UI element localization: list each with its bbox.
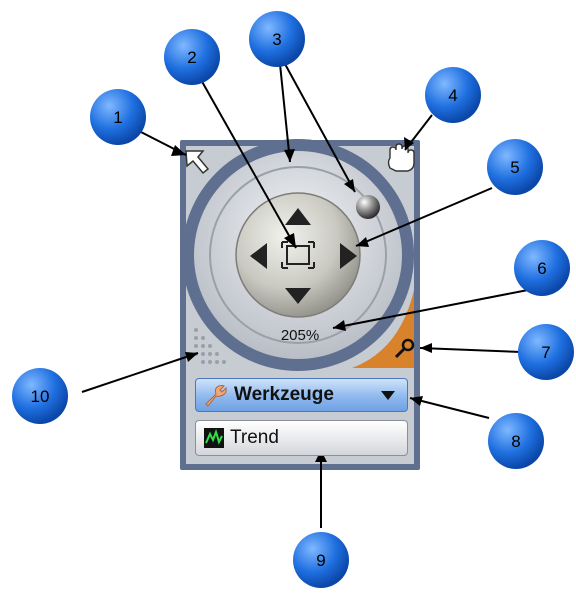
callout-2-label: 2 (187, 48, 196, 67)
callout-7: 7 (518, 324, 574, 380)
callout-4: 4 (425, 67, 481, 123)
callout-6: 6 (514, 240, 570, 296)
trend-chart-icon (204, 428, 224, 448)
callout-5-label: 5 (510, 158, 519, 177)
navigation-diagram: 1 2 3 4 5 6 7 8 9 10 205% Werkzeuge Tren… (0, 0, 576, 596)
callout-2: 2 (164, 29, 220, 85)
callout-3: 3 (249, 11, 305, 67)
wrench-icon (205, 385, 227, 407)
callout-9-label: 9 (316, 551, 325, 570)
pointer-icon[interactable] (185, 150, 210, 175)
callout-9: 9 (293, 532, 349, 588)
callout-6-label: 6 (537, 259, 546, 278)
tools-dropdown-label: Werkzeuge (234, 384, 334, 405)
rotation-knob-icon[interactable] (356, 195, 380, 219)
callout-10: 10 (12, 368, 68, 424)
callout-8-label: 8 (511, 432, 520, 451)
callout-1-label: 1 (113, 108, 122, 127)
callout-7-label: 7 (541, 343, 550, 362)
callout-3-label: 3 (272, 30, 281, 49)
callout-8: 8 (488, 413, 544, 469)
trend-button-label: Trend (230, 427, 279, 448)
tools-dropdown-button[interactable]: Werkzeuge (195, 378, 408, 412)
hand-icon[interactable] (387, 143, 415, 172)
chevron-down-icon (381, 390, 395, 400)
zoom-percentage: 205% (280, 327, 320, 344)
callout-10-label: 10 (31, 387, 50, 406)
navigation-wheel-graphic: 1 2 3 4 5 6 7 8 9 10 (12, 11, 574, 588)
trend-button[interactable]: Trend (195, 420, 408, 456)
callout-5: 5 (487, 139, 543, 195)
callout-1: 1 (90, 89, 146, 145)
callout-4-label: 4 (448, 86, 457, 105)
